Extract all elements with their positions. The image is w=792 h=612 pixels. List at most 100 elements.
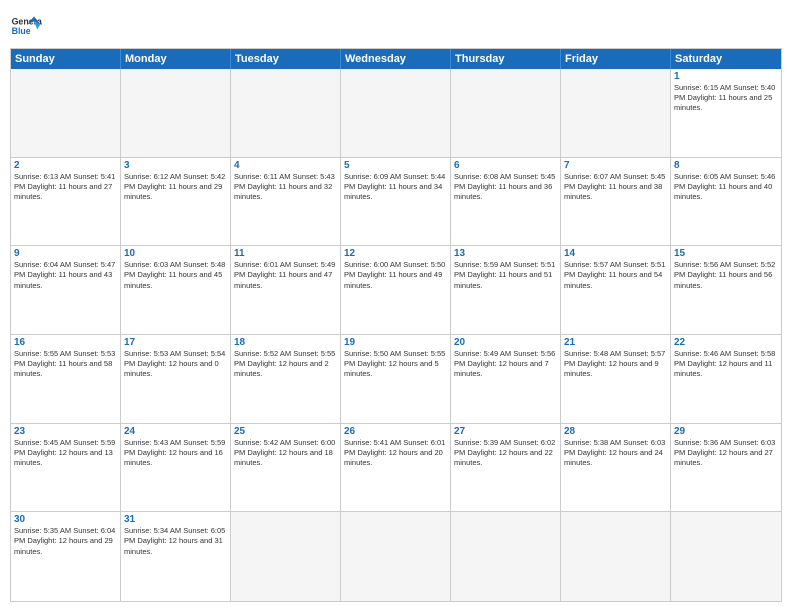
calendar-cell bbox=[11, 69, 121, 157]
cell-info: Sunrise: 5:49 AM Sunset: 5:56 PM Dayligh… bbox=[454, 349, 557, 379]
day-number: 12 bbox=[344, 248, 447, 259]
calendar-cell: 30Sunrise: 5:35 AM Sunset: 6:04 PM Dayli… bbox=[11, 512, 121, 601]
cell-info: Sunrise: 6:07 AM Sunset: 5:45 PM Dayligh… bbox=[564, 172, 667, 202]
day-number: 2 bbox=[14, 160, 117, 171]
calendar-cell: 29Sunrise: 5:36 AM Sunset: 6:03 PM Dayli… bbox=[671, 424, 781, 512]
calendar-cell: 23Sunrise: 5:45 AM Sunset: 5:59 PM Dayli… bbox=[11, 424, 121, 512]
day-number: 9 bbox=[14, 248, 117, 259]
calendar-cell: 27Sunrise: 5:39 AM Sunset: 6:02 PM Dayli… bbox=[451, 424, 561, 512]
calendar-cell: 18Sunrise: 5:52 AM Sunset: 5:55 PM Dayli… bbox=[231, 335, 341, 423]
cell-info: Sunrise: 6:12 AM Sunset: 5:42 PM Dayligh… bbox=[124, 172, 227, 202]
weekday-header-friday: Friday bbox=[561, 49, 671, 69]
calendar-cell bbox=[231, 69, 341, 157]
calendar-cell: 13Sunrise: 5:59 AM Sunset: 5:51 PM Dayli… bbox=[451, 246, 561, 334]
weekday-header-wednesday: Wednesday bbox=[341, 49, 451, 69]
day-number: 18 bbox=[234, 337, 337, 348]
calendar-cell bbox=[121, 69, 231, 157]
calendar-row-3: 16Sunrise: 5:55 AM Sunset: 5:53 PM Dayli… bbox=[11, 335, 781, 424]
cell-info: Sunrise: 5:39 AM Sunset: 6:02 PM Dayligh… bbox=[454, 438, 557, 468]
day-number: 6 bbox=[454, 160, 557, 171]
cell-info: Sunrise: 5:41 AM Sunset: 6:01 PM Dayligh… bbox=[344, 438, 447, 468]
day-number: 11 bbox=[234, 248, 337, 259]
calendar-cell: 24Sunrise: 5:43 AM Sunset: 5:59 PM Dayli… bbox=[121, 424, 231, 512]
calendar-cell: 10Sunrise: 6:03 AM Sunset: 5:48 PM Dayli… bbox=[121, 246, 231, 334]
calendar-cell: 12Sunrise: 6:00 AM Sunset: 5:50 PM Dayli… bbox=[341, 246, 451, 334]
calendar-cell bbox=[231, 512, 341, 601]
calendar-row-0: 1Sunrise: 6:15 AM Sunset: 5:40 PM Daylig… bbox=[11, 69, 781, 158]
calendar-cell: 15Sunrise: 5:56 AM Sunset: 5:52 PM Dayli… bbox=[671, 246, 781, 334]
calendar-cell: 17Sunrise: 5:53 AM Sunset: 5:54 PM Dayli… bbox=[121, 335, 231, 423]
cell-info: Sunrise: 5:55 AM Sunset: 5:53 PM Dayligh… bbox=[14, 349, 117, 379]
calendar-cell: 26Sunrise: 5:41 AM Sunset: 6:01 PM Dayli… bbox=[341, 424, 451, 512]
calendar-cell bbox=[451, 512, 561, 601]
calendar-row-2: 9Sunrise: 6:04 AM Sunset: 5:47 PM Daylig… bbox=[11, 246, 781, 335]
cell-info: Sunrise: 6:01 AM Sunset: 5:49 PM Dayligh… bbox=[234, 260, 337, 290]
day-number: 17 bbox=[124, 337, 227, 348]
logo: General Blue bbox=[10, 10, 42, 42]
day-number: 19 bbox=[344, 337, 447, 348]
page: General Blue SundayMondayTuesdayWednesda… bbox=[0, 0, 792, 612]
cell-info: Sunrise: 5:38 AM Sunset: 6:03 PM Dayligh… bbox=[564, 438, 667, 468]
day-number: 23 bbox=[14, 426, 117, 437]
calendar-cell: 28Sunrise: 5:38 AM Sunset: 6:03 PM Dayli… bbox=[561, 424, 671, 512]
day-number: 28 bbox=[564, 426, 667, 437]
day-number: 26 bbox=[344, 426, 447, 437]
cell-info: Sunrise: 5:43 AM Sunset: 5:59 PM Dayligh… bbox=[124, 438, 227, 468]
cell-info: Sunrise: 6:11 AM Sunset: 5:43 PM Dayligh… bbox=[234, 172, 337, 202]
cell-info: Sunrise: 5:56 AM Sunset: 5:52 PM Dayligh… bbox=[674, 260, 778, 290]
weekday-header-saturday: Saturday bbox=[671, 49, 781, 69]
cell-info: Sunrise: 6:05 AM Sunset: 5:46 PM Dayligh… bbox=[674, 172, 778, 202]
logo-icon: General Blue bbox=[10, 10, 42, 42]
cell-info: Sunrise: 5:45 AM Sunset: 5:59 PM Dayligh… bbox=[14, 438, 117, 468]
day-number: 30 bbox=[14, 514, 117, 525]
calendar-cell: 25Sunrise: 5:42 AM Sunset: 6:00 PM Dayli… bbox=[231, 424, 341, 512]
day-number: 27 bbox=[454, 426, 557, 437]
day-number: 4 bbox=[234, 160, 337, 171]
day-number: 29 bbox=[674, 426, 778, 437]
calendar-body: 1Sunrise: 6:15 AM Sunset: 5:40 PM Daylig… bbox=[11, 69, 781, 601]
calendar-cell: 14Sunrise: 5:57 AM Sunset: 5:51 PM Dayli… bbox=[561, 246, 671, 334]
day-number: 8 bbox=[674, 160, 778, 171]
calendar: SundayMondayTuesdayWednesdayThursdayFrid… bbox=[10, 48, 782, 602]
calendar-cell: 3Sunrise: 6:12 AM Sunset: 5:42 PM Daylig… bbox=[121, 158, 231, 246]
calendar-cell: 8Sunrise: 6:05 AM Sunset: 5:46 PM Daylig… bbox=[671, 158, 781, 246]
cell-info: Sunrise: 6:04 AM Sunset: 5:47 PM Dayligh… bbox=[14, 260, 117, 290]
calendar-row-1: 2Sunrise: 6:13 AM Sunset: 5:41 PM Daylig… bbox=[11, 158, 781, 247]
calendar-cell: 7Sunrise: 6:07 AM Sunset: 5:45 PM Daylig… bbox=[561, 158, 671, 246]
weekday-header-tuesday: Tuesday bbox=[231, 49, 341, 69]
calendar-cell: 31Sunrise: 5:34 AM Sunset: 6:05 PM Dayli… bbox=[121, 512, 231, 601]
cell-info: Sunrise: 6:00 AM Sunset: 5:50 PM Dayligh… bbox=[344, 260, 447, 290]
calendar-cell bbox=[341, 512, 451, 601]
cell-info: Sunrise: 5:52 AM Sunset: 5:55 PM Dayligh… bbox=[234, 349, 337, 379]
calendar-cell: 5Sunrise: 6:09 AM Sunset: 5:44 PM Daylig… bbox=[341, 158, 451, 246]
calendar-cell bbox=[561, 512, 671, 601]
svg-text:Blue: Blue bbox=[12, 26, 31, 36]
cell-info: Sunrise: 5:59 AM Sunset: 5:51 PM Dayligh… bbox=[454, 260, 557, 290]
day-number: 3 bbox=[124, 160, 227, 171]
day-number: 15 bbox=[674, 248, 778, 259]
cell-info: Sunrise: 5:34 AM Sunset: 6:05 PM Dayligh… bbox=[124, 526, 227, 556]
cell-info: Sunrise: 5:35 AM Sunset: 6:04 PM Dayligh… bbox=[14, 526, 117, 556]
day-number: 7 bbox=[564, 160, 667, 171]
cell-info: Sunrise: 5:53 AM Sunset: 5:54 PM Dayligh… bbox=[124, 349, 227, 379]
cell-info: Sunrise: 6:13 AM Sunset: 5:41 PM Dayligh… bbox=[14, 172, 117, 202]
day-number: 16 bbox=[14, 337, 117, 348]
calendar-cell bbox=[561, 69, 671, 157]
calendar-cell: 16Sunrise: 5:55 AM Sunset: 5:53 PM Dayli… bbox=[11, 335, 121, 423]
calendar-cell bbox=[341, 69, 451, 157]
day-number: 20 bbox=[454, 337, 557, 348]
weekday-header-monday: Monday bbox=[121, 49, 231, 69]
day-number: 10 bbox=[124, 248, 227, 259]
day-number: 24 bbox=[124, 426, 227, 437]
cell-info: Sunrise: 5:50 AM Sunset: 5:55 PM Dayligh… bbox=[344, 349, 447, 379]
calendar-row-4: 23Sunrise: 5:45 AM Sunset: 5:59 PM Dayli… bbox=[11, 424, 781, 513]
cell-info: Sunrise: 5:48 AM Sunset: 5:57 PM Dayligh… bbox=[564, 349, 667, 379]
cell-info: Sunrise: 6:08 AM Sunset: 5:45 PM Dayligh… bbox=[454, 172, 557, 202]
cell-info: Sunrise: 6:09 AM Sunset: 5:44 PM Dayligh… bbox=[344, 172, 447, 202]
day-number: 31 bbox=[124, 514, 227, 525]
cell-info: Sunrise: 5:36 AM Sunset: 6:03 PM Dayligh… bbox=[674, 438, 778, 468]
cell-info: Sunrise: 6:03 AM Sunset: 5:48 PM Dayligh… bbox=[124, 260, 227, 290]
calendar-cell: 4Sunrise: 6:11 AM Sunset: 5:43 PM Daylig… bbox=[231, 158, 341, 246]
weekday-header-sunday: Sunday bbox=[11, 49, 121, 69]
calendar-cell: 1Sunrise: 6:15 AM Sunset: 5:40 PM Daylig… bbox=[671, 69, 781, 157]
